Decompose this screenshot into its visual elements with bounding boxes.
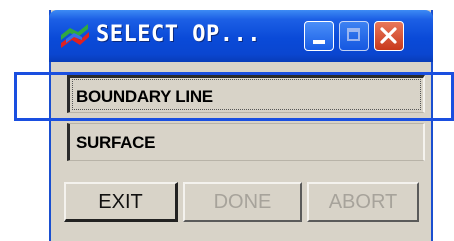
close-button[interactable] (374, 21, 404, 51)
app-logo-icon (58, 21, 92, 51)
option-surface[interactable]: SURFACE (67, 123, 425, 161)
window-title: SELECT OP... (96, 22, 261, 47)
close-icon (380, 27, 397, 44)
option-label: SURFACE (76, 133, 156, 152)
abort-button: ABORT (307, 182, 419, 222)
selection-highlight-box (14, 72, 454, 121)
minimize-button[interactable] (304, 21, 334, 51)
exit-button[interactable]: EXIT (64, 182, 178, 222)
done-button: DONE (183, 182, 302, 222)
title-bar[interactable]: SELECT OP... (49, 10, 433, 62)
maximize-button[interactable] (339, 21, 369, 51)
